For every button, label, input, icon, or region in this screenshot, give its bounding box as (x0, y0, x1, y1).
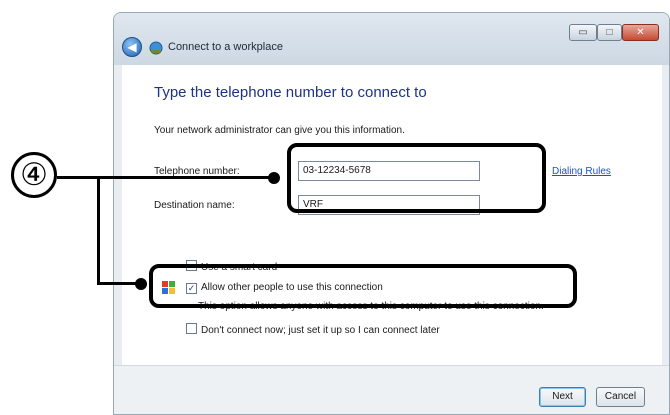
connect-dialog: ▭ □ ✕ ◀ Connect to a workplace Type the … (113, 12, 670, 415)
maximize-button[interactable]: □ (597, 24, 622, 41)
cancel-button[interactable]: Cancel (596, 387, 645, 407)
page-heading: Type the telephone number to connect to (154, 84, 427, 101)
close-button[interactable]: ✕ (622, 24, 659, 41)
callout-dot-bottom (135, 278, 147, 290)
info-text: Your network administrator can give you … (154, 125, 405, 136)
back-arrow-icon[interactable]: ◀ (122, 37, 142, 57)
callout-line-v (97, 176, 100, 285)
title-bar: ▭ □ ✕ ◀ Connect to a workplace (114, 13, 669, 65)
highlight-box-allow (149, 264, 577, 308)
callout-line-h2 (97, 282, 137, 285)
callout-line-h (57, 176, 269, 179)
connect-later-option[interactable]: Don't connect now; just set it up so I c… (186, 323, 440, 336)
wizard-content: Type the telephone number to connect to … (122, 65, 662, 365)
next-button[interactable]: Next (539, 387, 586, 407)
connect-later-label: Don't connect now; just set it up so I c… (201, 325, 440, 336)
network-icon (149, 41, 163, 55)
connect-later-checkbox[interactable] (186, 323, 197, 334)
callout-number-badge: ④ (11, 152, 57, 198)
callout-dot-top (268, 172, 280, 184)
minimize-button[interactable]: ▭ (569, 24, 597, 41)
destination-label: Destination name: (154, 200, 235, 211)
wizard-title: Connect to a workplace (168, 41, 283, 53)
dialing-rules-link[interactable]: Dialing Rules (552, 166, 611, 177)
dialog-footer: Next Cancel (114, 365, 669, 414)
highlight-box-fields (287, 143, 546, 213)
